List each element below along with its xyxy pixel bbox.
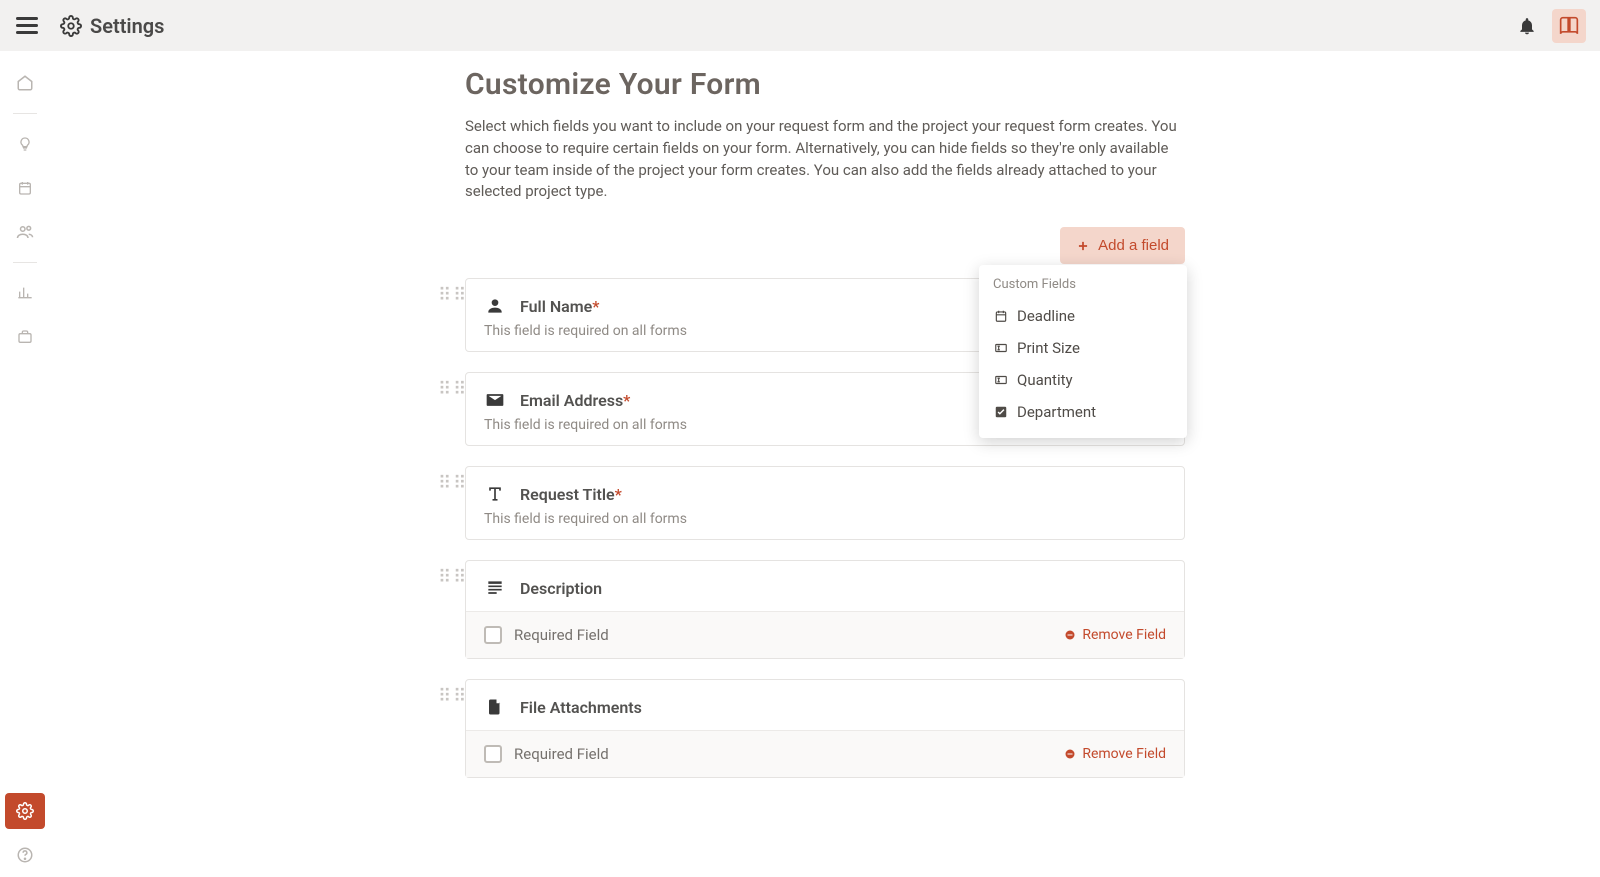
person-icon xyxy=(484,295,506,317)
nav-help[interactable] xyxy=(5,837,45,873)
menu-button[interactable] xyxy=(14,13,40,39)
popover-item[interactable]: Deadline xyxy=(979,300,1187,332)
add-field-button[interactable]: Add a field xyxy=(1060,227,1185,264)
field-title: Request Title* xyxy=(520,485,622,504)
add-field-popover: Custom Fields Deadline Print Size Quantity… xyxy=(979,265,1187,438)
drag-handle[interactable]: ⠿⠿ xyxy=(438,385,468,396)
gear-icon xyxy=(58,13,84,39)
nav-people[interactable] xyxy=(5,214,45,250)
main-content: Customize Your Form Select which fields … xyxy=(50,51,1600,877)
field-title: Full Name* xyxy=(520,297,599,316)
required-field-checkbox[interactable]: Required Field xyxy=(484,626,609,644)
field-card: ⠿⠿Request Title*This field is required o… xyxy=(465,466,1185,540)
textbox-icon xyxy=(993,340,1009,356)
nav-home[interactable] xyxy=(5,65,45,101)
required-field-checkbox[interactable]: Required Field xyxy=(484,745,609,763)
nav-work[interactable] xyxy=(5,319,45,355)
file-icon xyxy=(484,696,506,718)
nav-ideas[interactable] xyxy=(5,126,45,162)
page-title: Settings xyxy=(90,14,164,38)
popover-item-label: Deadline xyxy=(1017,307,1075,325)
nav-settings[interactable] xyxy=(5,793,45,829)
field-title: Email Address* xyxy=(520,391,630,410)
nav-analytics[interactable] xyxy=(5,275,45,311)
checkbox-icon xyxy=(993,404,1009,420)
popover-item[interactable]: Quantity xyxy=(979,364,1187,396)
calendar-icon xyxy=(993,308,1009,324)
popover-title: Custom Fields xyxy=(979,277,1187,292)
description-icon xyxy=(484,577,506,599)
nav-calendar[interactable] xyxy=(5,170,45,206)
mail-icon xyxy=(484,389,506,411)
field-title: File Attachments xyxy=(520,698,642,717)
required-field-label: Required Field xyxy=(514,745,609,763)
drag-handle[interactable]: ⠿⠿ xyxy=(438,291,468,302)
popover-item-label: Quantity xyxy=(1017,371,1073,389)
notifications-button[interactable] xyxy=(1512,11,1542,41)
drag-handle[interactable]: ⠿⠿ xyxy=(438,692,468,703)
remove-field-label: Remove Field xyxy=(1082,627,1166,643)
textbox-icon xyxy=(993,372,1009,388)
help-book-button[interactable] xyxy=(1552,9,1586,43)
field-card: ⠿⠿File AttachmentsRequired FieldRemove F… xyxy=(465,679,1185,778)
text-t-icon xyxy=(484,483,506,505)
remove-field-button[interactable]: Remove Field xyxy=(1064,627,1166,643)
remove-field-button[interactable]: Remove Field xyxy=(1064,746,1166,762)
field-subtitle: This field is required on all forms xyxy=(484,511,1166,527)
popover-item-label: Print Size xyxy=(1017,339,1080,357)
popover-item-label: Department xyxy=(1017,403,1096,421)
add-field-label: Add a field xyxy=(1098,237,1169,254)
topbar: Settings xyxy=(0,0,1600,51)
remove-field-label: Remove Field xyxy=(1082,746,1166,762)
drag-handle[interactable]: ⠿⠿ xyxy=(438,479,468,490)
section-heading: Customize Your Form xyxy=(465,67,1185,102)
field-title: Description xyxy=(520,579,602,598)
popover-item[interactable]: Print Size xyxy=(979,332,1187,364)
left-rail xyxy=(0,51,50,877)
required-field-label: Required Field xyxy=(514,626,609,644)
field-card: ⠿⠿DescriptionRequired FieldRemove Field xyxy=(465,560,1185,659)
drag-handle[interactable]: ⠿⠿ xyxy=(438,573,468,584)
section-description: Select which fields you want to include … xyxy=(465,116,1185,203)
popover-item[interactable]: Department xyxy=(979,396,1187,428)
